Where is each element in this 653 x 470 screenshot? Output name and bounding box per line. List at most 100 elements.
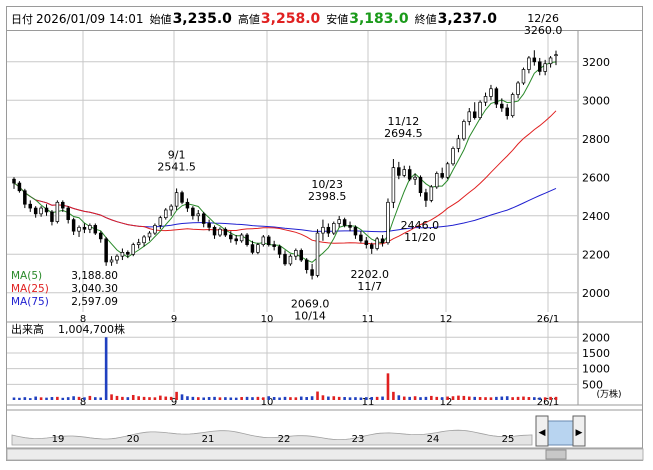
volume-bar xyxy=(175,391,178,400)
candle xyxy=(44,204,49,216)
candle-body xyxy=(272,244,276,247)
candle xyxy=(429,184,434,203)
candle xyxy=(364,236,369,249)
candle xyxy=(55,200,60,224)
candle-body xyxy=(472,111,477,118)
volume-unit: (万株) xyxy=(596,388,621,400)
candle-body xyxy=(326,226,331,234)
volume-bar xyxy=(56,396,59,400)
navigator-right-handle[interactable]: ▶ xyxy=(572,415,586,447)
candle xyxy=(261,235,266,247)
candle-body xyxy=(283,253,287,265)
volume-bar xyxy=(229,397,233,400)
candle-body xyxy=(39,207,43,215)
candle xyxy=(451,146,455,166)
volume-bar xyxy=(538,397,542,400)
candle-body xyxy=(413,176,417,180)
candle xyxy=(201,211,206,228)
volume-bar xyxy=(262,397,265,400)
volume-bar xyxy=(370,397,374,400)
candle-body xyxy=(527,57,531,70)
candle xyxy=(115,254,119,264)
scrollbar-thumb[interactable] xyxy=(545,449,567,460)
candle xyxy=(109,256,114,266)
candle-body xyxy=(98,232,103,240)
navigator-date-label: 25 xyxy=(502,434,515,445)
candle xyxy=(424,188,428,207)
candle-body xyxy=(245,234,249,245)
volume-bar xyxy=(23,397,27,400)
volume-bar xyxy=(337,396,341,400)
candle-body xyxy=(510,94,515,117)
candle-body xyxy=(500,103,504,109)
candle-body xyxy=(261,236,266,245)
candle-body xyxy=(505,107,509,117)
volume-bar xyxy=(28,398,32,400)
candle-body xyxy=(33,207,38,215)
candle xyxy=(288,254,293,266)
volume-bar xyxy=(440,397,444,400)
annotation-value: 3260.0 xyxy=(524,24,563,37)
candle xyxy=(234,235,238,245)
volume-bar xyxy=(240,397,243,400)
volume-bar xyxy=(354,397,357,400)
candle xyxy=(527,56,531,74)
candle xyxy=(537,57,542,76)
candle-body xyxy=(494,88,499,105)
volume-bar xyxy=(321,395,325,400)
candle-body xyxy=(337,219,341,224)
candle xyxy=(326,223,331,237)
volume-bar xyxy=(50,397,54,400)
candle xyxy=(418,175,423,197)
volume-bar xyxy=(467,396,471,400)
navigator-left-handle[interactable]: ◀ xyxy=(535,415,549,447)
candle-body xyxy=(554,54,558,57)
volume-bar xyxy=(164,396,168,400)
navigator-series xyxy=(11,429,533,446)
navigator-left-handle-arrow: ◀ xyxy=(539,428,546,438)
volume-bar xyxy=(278,397,281,400)
candle-body xyxy=(435,173,439,188)
candle-body xyxy=(120,251,125,257)
volume-bar xyxy=(251,397,254,400)
volume-bar xyxy=(359,397,363,400)
volume-bar xyxy=(207,397,211,400)
candle-body xyxy=(478,101,482,118)
volume-bar xyxy=(365,397,368,400)
volume-bar xyxy=(66,397,70,400)
candle-body xyxy=(201,213,206,224)
candle xyxy=(478,100,482,120)
annotation-date: 11/20 xyxy=(404,231,436,244)
x-tick-label: 9 xyxy=(171,314,177,325)
volume-bar xyxy=(99,397,103,400)
candle xyxy=(283,250,287,266)
candle-body xyxy=(375,238,379,249)
volume-bar xyxy=(12,397,16,400)
candle-body xyxy=(136,242,141,245)
candle-body xyxy=(429,186,434,201)
volume-bar xyxy=(505,396,509,400)
volume-bar xyxy=(392,391,395,400)
volume-bar xyxy=(88,395,92,400)
candle-body xyxy=(55,201,60,222)
candle xyxy=(239,233,244,243)
candle-body xyxy=(158,217,163,226)
y-tick-label: 3200 xyxy=(582,56,610,69)
volume-bar xyxy=(224,397,227,400)
navigator-date-label: 19 xyxy=(52,434,65,445)
volume-bar xyxy=(305,397,308,400)
candle-body xyxy=(153,225,157,234)
candle-body xyxy=(234,238,238,242)
ma-legend-value: 3,188.80 xyxy=(71,270,118,282)
candle-body xyxy=(239,234,244,242)
volume-bar xyxy=(549,396,552,400)
volume-bar xyxy=(533,397,536,400)
volume-bar xyxy=(397,395,401,400)
volume-bar xyxy=(419,397,422,400)
volume-bar xyxy=(375,396,379,400)
candle xyxy=(77,225,81,237)
candle xyxy=(402,165,406,178)
volume-bar xyxy=(495,396,498,400)
candle xyxy=(66,206,70,224)
candle xyxy=(353,225,358,239)
